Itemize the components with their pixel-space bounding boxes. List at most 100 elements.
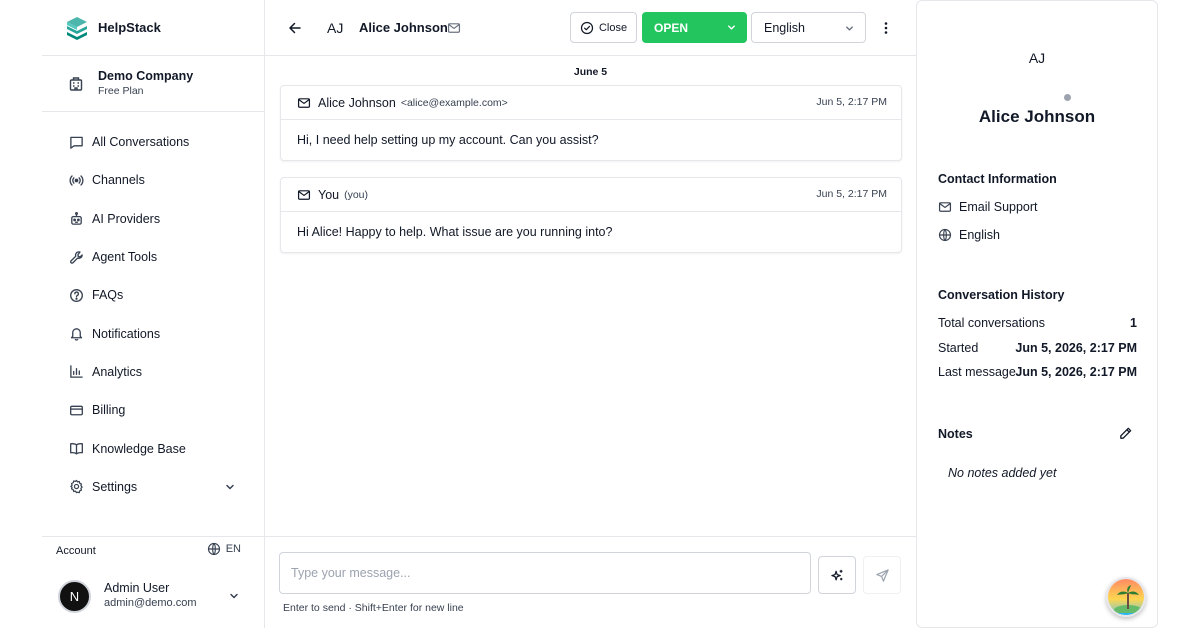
nav-item-notifications[interactable]: Notifications — [42, 314, 264, 352]
nav-item-label: Notifications — [92, 326, 161, 341]
sidebar: HelpStack Demo Company Free Plan All Con… — [42, 0, 265, 628]
credit-card-icon — [69, 403, 84, 418]
back-arrow-icon[interactable] — [287, 20, 303, 36]
company-switcher[interactable]: Demo Company Free Plan — [42, 56, 264, 112]
message-header: You (you) Jun 5, 2:17 PM — [281, 178, 901, 212]
company-name: Demo Company — [98, 69, 194, 83]
mail-icon — [938, 200, 959, 214]
nav-item-billing[interactable]: Billing — [42, 391, 264, 429]
message-composer: Enter to send · Shift+Enter for new line — [265, 536, 916, 628]
close-conversation-button[interactable]: Close — [570, 12, 637, 43]
nav-item-ai-providers[interactable]: AI Providers — [42, 200, 264, 238]
nav-item-settings[interactable]: Settings — [42, 468, 264, 506]
notes-title: Notes — [938, 427, 973, 441]
more-vertical-icon[interactable] — [879, 20, 893, 36]
avatar: N — [58, 579, 91, 613]
message-card: You (you) Jun 5, 2:17 PM Hi Alice! Happy… — [280, 177, 902, 253]
message-card: Alice Johnson <alice@example.com> Jun 5,… — [280, 85, 902, 161]
history-row: Total conversations 1 — [938, 316, 1137, 330]
contact-initials: AJ — [327, 20, 344, 36]
language-switcher[interactable]: EN — [207, 542, 241, 556]
account-section: Account EN N Admin User admin@demo.com — [42, 536, 265, 613]
nav-item-label: Settings — [92, 479, 138, 494]
contact-panel-name: Alice Johnson — [978, 107, 1096, 126]
nav-item-label: All Conversations — [92, 135, 190, 150]
message-sender: Alice Johnson — [318, 95, 396, 110]
message-body: Hi Alice! Happy to help. What issue are … — [297, 225, 613, 239]
contact-language-label: English — [959, 228, 1000, 242]
pencil-icon[interactable] — [1118, 426, 1133, 441]
contact-info-title: Contact Information — [938, 172, 1057, 186]
contact-channel: Email Support — [938, 200, 1038, 214]
status-dropdown[interactable]: OPEN — [642, 12, 747, 43]
send-button[interactable] — [863, 556, 901, 594]
nav-item-label: Billing — [92, 403, 126, 418]
nav-item-knowledge-base[interactable]: Knowledge Base — [42, 429, 264, 467]
sparkles-icon — [830, 568, 845, 583]
mail-icon — [447, 21, 461, 35]
contact-channel-label: Email Support — [959, 200, 1038, 214]
history-value: Jun 5, 2026, 2:17 PM — [1015, 341, 1137, 355]
stack-logo-icon — [66, 16, 88, 40]
broadcast-icon — [69, 173, 84, 188]
history-value: 1 — [1130, 316, 1137, 330]
nav-item-channels[interactable]: Channels — [42, 161, 264, 199]
mail-icon — [297, 188, 311, 202]
close-label: Close — [598, 21, 628, 34]
contact-panel: AJ Alice Johnson Contact Information Ema… — [916, 0, 1158, 628]
nav-item-agent-tools[interactable]: Agent Tools — [42, 238, 264, 276]
conversation-header: AJ Alice Johnson Close OPEN English — [265, 0, 916, 56]
message-body: Hi, I need help setting up my account. C… — [297, 133, 599, 147]
nav-item-all-conversations[interactable]: All Conversations — [42, 123, 264, 161]
book-icon — [69, 441, 84, 456]
date-separator: June 5 — [573, 66, 608, 78]
conversation-view: AJ Alice Johnson Close OPEN English June… — [265, 0, 916, 628]
chevron-down-icon — [228, 590, 240, 602]
history-title: Conversation History — [938, 288, 1065, 302]
presence-dot — [1064, 94, 1071, 101]
ai-assist-button[interactable] — [818, 556, 856, 594]
contact-avatar-initials: AJ — [1028, 50, 1046, 66]
user-name: Admin User — [104, 581, 170, 595]
brand-name: HelpStack — [98, 20, 161, 35]
nav-item-label: Knowledge Base — [92, 441, 186, 456]
main-nav: All Conversations Channels AI Providers … — [42, 112, 264, 506]
language-value: English — [764, 20, 805, 35]
user-menu[interactable]: N Admin User admin@demo.com — [58, 579, 248, 613]
help-circle-icon — [69, 288, 84, 303]
send-icon — [875, 568, 890, 583]
chevron-down-icon — [844, 23, 855, 34]
history-row: Started Jun 5, 2026, 2:17 PM — [938, 341, 1137, 355]
wrench-icon — [69, 250, 84, 265]
bar-chart-icon — [69, 364, 84, 379]
user-email: admin@demo.com — [104, 597, 197, 609]
mail-icon — [297, 96, 311, 110]
history-row: Last message Jun 5, 2026, 2:17 PM — [938, 365, 1137, 379]
robot-icon — [69, 211, 84, 226]
message-time: Jun 5, 2:17 PM — [816, 188, 887, 200]
history-label: Total conversations — [938, 316, 1046, 330]
island-avatar-icon — [1108, 579, 1144, 615]
history-label: Last message — [938, 365, 1016, 379]
contact-language: English — [938, 228, 1000, 242]
nav-item-label: FAQs — [92, 288, 124, 303]
building-icon — [68, 76, 84, 92]
status-label: OPEN — [654, 20, 689, 35]
company-plan: Free Plan — [98, 85, 144, 97]
language-code: EN — [225, 543, 241, 555]
nav-item-faqs[interactable]: FAQs — [42, 276, 264, 314]
message-input[interactable] — [279, 552, 811, 594]
message-sender-email: <alice@example.com> — [400, 96, 508, 109]
brand[interactable]: HelpStack — [42, 0, 264, 56]
language-select[interactable]: English — [751, 12, 866, 43]
chat-icon — [69, 135, 84, 150]
nav-item-analytics[interactable]: Analytics — [42, 353, 264, 391]
message-sender: You — [318, 187, 340, 202]
globe-icon — [207, 542, 226, 556]
floating-assistant-button[interactable] — [1106, 577, 1146, 617]
account-label: Account — [56, 545, 96, 557]
history-label: Started — [938, 341, 979, 355]
globe-icon — [938, 228, 959, 242]
nav-item-label: Channels — [92, 173, 145, 188]
message-header: Alice Johnson <alice@example.com> Jun 5,… — [281, 86, 901, 120]
